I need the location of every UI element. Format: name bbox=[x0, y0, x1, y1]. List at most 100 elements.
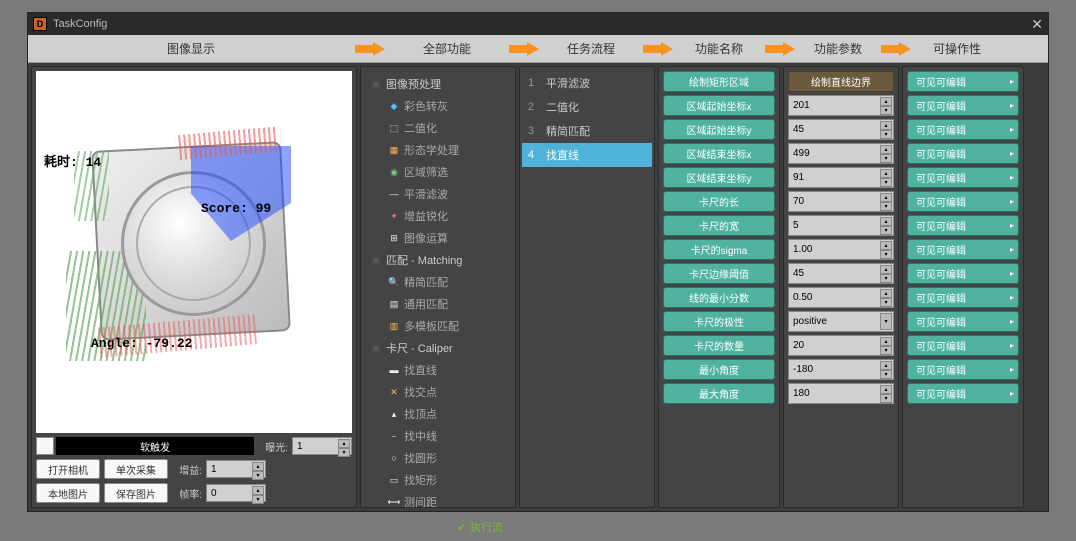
param-value-input[interactable]: 45▴▾ bbox=[788, 119, 894, 140]
spin-up-icon[interactable]: ▴ bbox=[880, 145, 892, 154]
tree-item[interactable]: ▦形态学处理 bbox=[363, 139, 513, 161]
spin-up-icon[interactable]: ▴ bbox=[880, 361, 892, 370]
operability-button[interactable]: 可见可编辑▸ bbox=[907, 119, 1019, 140]
local-image-button[interactable]: 本地图片 bbox=[36, 483, 100, 503]
operability-button[interactable]: 可见可编辑▸ bbox=[907, 167, 1019, 188]
tree-item[interactable]: ◉区域筛选 bbox=[363, 161, 513, 183]
tree-item[interactable]: ✕找交点 bbox=[363, 381, 513, 403]
spin-down-icon[interactable]: ▾ bbox=[880, 130, 892, 139]
operability-button[interactable]: 可见可编辑▸ bbox=[907, 239, 1019, 260]
param-value-input[interactable]: 45▴▾ bbox=[788, 263, 894, 284]
spin-down-icon[interactable]: ▾ bbox=[880, 250, 892, 259]
spin-down-icon[interactable]: ▾ bbox=[880, 370, 892, 379]
operability-button[interactable]: 可见可编辑▸ bbox=[907, 335, 1019, 356]
param-name-button[interactable]: 区域结束坐标x bbox=[663, 143, 775, 164]
tree-item[interactable]: ▭找矩形 bbox=[363, 469, 513, 491]
spin-down-icon[interactable]: ▾ bbox=[880, 202, 892, 211]
framerate-input[interactable]: 0▴▾ bbox=[206, 484, 266, 502]
spin-up-icon[interactable]: ▴ bbox=[252, 486, 264, 495]
tree-item[interactable]: ▴找顶点 bbox=[363, 403, 513, 425]
param-name-button[interactable]: 卡尺的sigma bbox=[663, 239, 775, 260]
open-camera-button[interactable]: 打开相机 bbox=[36, 459, 100, 479]
param-value-input[interactable]: 1.00▴▾ bbox=[788, 239, 894, 260]
operability-button[interactable]: 可见可编辑▸ bbox=[907, 95, 1019, 116]
tree-item[interactable]: ◆彩色转灰 bbox=[363, 95, 513, 117]
soft-trigger-button[interactable]: 软触发 bbox=[56, 437, 254, 455]
param-value-input[interactable]: 5▴▾ bbox=[788, 215, 894, 236]
spin-up-icon[interactable]: ▴ bbox=[880, 121, 892, 130]
param-value-input[interactable]: 70▴▾ bbox=[788, 191, 894, 212]
operability-button[interactable]: 可见可编辑▸ bbox=[907, 191, 1019, 212]
tree-item[interactable]: ○找圆形 bbox=[363, 447, 513, 469]
tree-item[interactable]: —平滑滤波 bbox=[363, 183, 513, 205]
tree-group[interactable]: ▣图像预处理 bbox=[363, 73, 513, 95]
param-value-input[interactable]: 499▴▾ bbox=[788, 143, 894, 164]
spin-up-icon[interactable]: ▴ bbox=[880, 97, 892, 106]
spin-up-icon[interactable]: ▴ bbox=[880, 289, 892, 298]
param-name-button[interactable]: 绘制矩形区域 bbox=[663, 71, 775, 92]
flow-step[interactable]: 1平滑滤波 bbox=[522, 71, 652, 95]
param-name-button[interactable]: 最大角度 bbox=[663, 383, 775, 404]
spin-down-icon[interactable]: ▾ bbox=[880, 106, 892, 115]
operability-button[interactable]: 可见可编辑▸ bbox=[907, 383, 1019, 404]
spin-up-icon[interactable]: ▴ bbox=[880, 193, 892, 202]
exposure-input[interactable]: 1▴▾ bbox=[292, 437, 352, 455]
spin-up-icon[interactable]: ▴ bbox=[880, 241, 892, 250]
param-value-input[interactable]: positive▾ bbox=[788, 311, 894, 332]
spin-down-icon[interactable]: ▾ bbox=[880, 178, 892, 187]
execute-flow-button[interactable]: ✔ 执行流 bbox=[363, 513, 513, 541]
save-image-button[interactable]: 保存图片 bbox=[104, 483, 168, 503]
param-value-input[interactable]: 0.50▴▾ bbox=[788, 287, 894, 308]
operability-button[interactable]: 可见可编辑▸ bbox=[907, 215, 1019, 236]
param-name-button[interactable]: 区域结束坐标y bbox=[663, 167, 775, 188]
spin-down-icon[interactable]: ▾ bbox=[252, 471, 264, 480]
spin-up-icon[interactable]: ▴ bbox=[880, 217, 892, 226]
spin-down-icon[interactable]: ▾ bbox=[880, 346, 892, 355]
param-name-button[interactable]: 区域起始坐标y bbox=[663, 119, 775, 140]
spin-down-icon[interactable]: ▾ bbox=[880, 154, 892, 163]
tree-item[interactable]: ⟷测间距 bbox=[363, 491, 513, 513]
flow-step[interactable]: 3精简匹配 bbox=[522, 119, 652, 143]
param-value-input[interactable]: -180▴▾ bbox=[788, 359, 894, 380]
flow-step[interactable]: 4找直线 bbox=[522, 143, 652, 167]
spin-down-icon[interactable]: ▾ bbox=[252, 495, 264, 504]
spin-up-icon[interactable]: ▴ bbox=[880, 265, 892, 274]
param-name-button[interactable]: 线的最小分数 bbox=[663, 287, 775, 308]
param-value-input[interactable]: 20▴▾ bbox=[788, 335, 894, 356]
tree-item[interactable]: ⎯找中线 bbox=[363, 425, 513, 447]
operability-button[interactable]: 可见可编辑▸ bbox=[907, 311, 1019, 332]
param-name-button[interactable]: 卡尺的宽 bbox=[663, 215, 775, 236]
tree-item[interactable]: ✦增益锐化 bbox=[363, 205, 513, 227]
dropdown-icon[interactable]: ▾ bbox=[880, 313, 892, 330]
tree-item[interactable]: ▤通用匹配 bbox=[363, 293, 513, 315]
spin-down-icon[interactable]: ▾ bbox=[338, 448, 350, 457]
spin-up-icon[interactable]: ▴ bbox=[252, 462, 264, 471]
spin-up-icon[interactable]: ▴ bbox=[880, 385, 892, 394]
spin-up-icon[interactable]: ▴ bbox=[880, 169, 892, 178]
param-value-input[interactable]: 201▴▾ bbox=[788, 95, 894, 116]
tree-item[interactable]: 🔍精简匹配 bbox=[363, 271, 513, 293]
operability-button[interactable]: 可见可编辑▸ bbox=[907, 287, 1019, 308]
spin-down-icon[interactable]: ▾ bbox=[880, 274, 892, 283]
param-name-button[interactable]: 区域起始坐标x bbox=[663, 95, 775, 116]
operability-button[interactable]: 可见可编辑▸ bbox=[907, 263, 1019, 284]
tree-item[interactable]: ▥多模板匹配 bbox=[363, 315, 513, 337]
param-name-button[interactable]: 最小角度 bbox=[663, 359, 775, 380]
spin-down-icon[interactable]: ▾ bbox=[880, 298, 892, 307]
close-icon[interactable]: ✕ bbox=[1031, 16, 1043, 33]
tree-item[interactable]: ⊞图像运算 bbox=[363, 227, 513, 249]
gain-input[interactable]: 1▴▾ bbox=[206, 460, 266, 478]
param-name-button[interactable]: 卡尺的数量 bbox=[663, 335, 775, 356]
param-header-button[interactable]: 绘制直线边界 bbox=[788, 71, 894, 92]
param-name-button[interactable]: 卡尺的长 bbox=[663, 191, 775, 212]
param-value-input[interactable]: 180▴▾ bbox=[788, 383, 894, 404]
spin-up-icon[interactable]: ▴ bbox=[880, 337, 892, 346]
param-name-button[interactable]: 卡尺的极性 bbox=[663, 311, 775, 332]
operability-button[interactable]: 可见可编辑▸ bbox=[907, 143, 1019, 164]
param-value-input[interactable]: 91▴▾ bbox=[788, 167, 894, 188]
tree-item[interactable]: ⬚二值化 bbox=[363, 117, 513, 139]
flow-step[interactable]: 2二值化 bbox=[522, 95, 652, 119]
color-swatch[interactable] bbox=[36, 437, 54, 455]
tree-group[interactable]: ▣匹配 - Matching bbox=[363, 249, 513, 271]
tree-group[interactable]: ▣卡尺 - Caliper bbox=[363, 337, 513, 359]
